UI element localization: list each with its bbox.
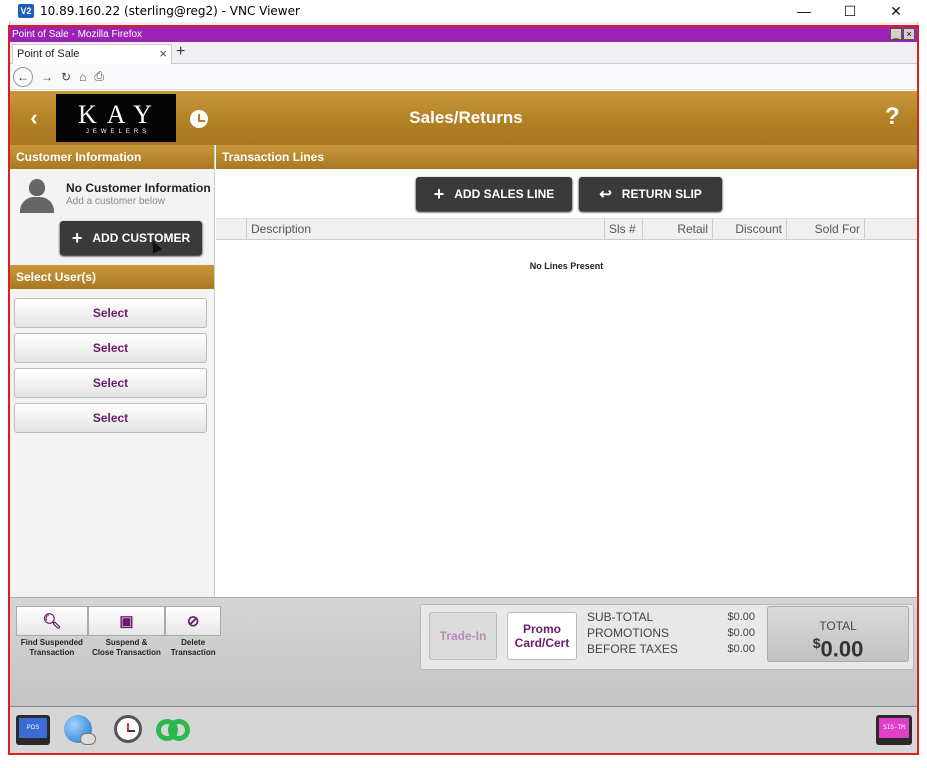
help-button[interactable]: ? [885, 103, 900, 131]
sync-rings-icon[interactable] [154, 715, 194, 743]
select-user-button-1[interactable]: Select [14, 298, 207, 328]
return-slip-label: RETURN SLIP [621, 187, 702, 201]
total-amount: 0.00 [820, 636, 864, 662]
total-value: $0.00 [768, 635, 908, 662]
customer-section-title: Customer Information [10, 145, 214, 169]
add-customer-button[interactable]: + ADD CUSTOMER [60, 221, 202, 255]
back-arrow-icon[interactable]: ← [13, 66, 33, 87]
reload-icon[interactable]: ↻ [61, 70, 71, 84]
vnc-icon: V2 [18, 4, 34, 18]
pos-launcher-label: POS [19, 718, 47, 738]
add-sales-line-button[interactable]: + ADD SALES LINE [416, 177, 572, 211]
tab-title: Point of Sale [17, 48, 80, 60]
select-users-section-title: Select User(s) [10, 265, 214, 289]
delete-label-2: Transaction [170, 648, 216, 657]
return-icon: ↩ [599, 186, 612, 203]
vnc-titlebar: V2 10.89.160.22 (sterling@reg2) - VNC Vi… [0, 0, 927, 22]
globe-mouse-icon[interactable] [62, 715, 98, 747]
plus-icon: + [433, 184, 445, 204]
customer-info: No Customer Information Add a customer b… [10, 169, 214, 265]
col-extra [864, 219, 910, 240]
add-customer-label: ADD CUSTOMER [92, 231, 191, 245]
vnc-window-title: 10.89.160.22 (sterling@reg2) - VNC Viewe… [40, 4, 300, 18]
sis-launcher-label: SIS-TM [879, 718, 909, 738]
sis-tm-launcher-icon[interactable]: SIS-TM [876, 715, 912, 745]
col-retail[interactable]: Retail [642, 219, 712, 240]
before-taxes-value: $0.00 [727, 643, 755, 655]
delete-label-1: Delete [181, 638, 206, 647]
customer-avatar-icon [20, 179, 54, 213]
col-sls-number[interactable]: Sls # [604, 219, 642, 240]
print-icon[interactable]: ⎙ [94, 69, 104, 84]
firefox-window: Point of Sale - Mozilla Firefox _ × Poin… [8, 25, 919, 755]
before-taxes-label: BEFORE TAXES [587, 642, 678, 656]
return-slip-button[interactable]: ↩ RETURN SLIP [579, 177, 722, 211]
suspend-label-1: Suspend & [105, 638, 148, 647]
total-label: TOTAL [819, 619, 857, 633]
customer-name: No Customer Information [66, 181, 211, 195]
logo-main: KAY [78, 99, 162, 129]
clock-icon[interactable] [190, 110, 208, 128]
maximize-button[interactable]: ☐ [827, 0, 873, 22]
pos-app: ‹ KAY JEWELERS Sales/Returns ? Customer … [10, 91, 917, 753]
suspend-label-2: Close Transaction [92, 648, 161, 657]
promo-label-1: Promo [522, 622, 561, 636]
logo-sub: JEWELERS [85, 128, 151, 135]
launcher-bar: POS SIS-TM [10, 706, 917, 753]
customer-hint: Add a customer below [66, 196, 165, 207]
col-discount[interactable]: Discount [712, 219, 786, 240]
find-suspended-button[interactable]: 🔍︎ Find Suspended Transaction [16, 606, 88, 666]
add-sales-line-label: ADD SALES LINE [454, 187, 555, 201]
forward-arrow-icon[interactable]: → [41, 70, 53, 84]
transaction-actions: + ADD SALES LINE ↩ RETURN SLIP [216, 169, 917, 219]
kay-logo: KAY JEWELERS [56, 94, 176, 142]
promotions-label: PROMOTIONS [587, 626, 670, 640]
pos-header: ‹ KAY JEWELERS Sales/Returns ? [10, 91, 917, 145]
close-button[interactable]: ✕ [873, 0, 919, 22]
empty-message: No Lines Present [529, 261, 604, 271]
promo-label-2: Card/Cert [514, 636, 570, 650]
plus-icon: + [71, 228, 83, 248]
delete-icon: ⊘ [165, 606, 222, 636]
clock-launcher-icon[interactable] [114, 715, 142, 743]
pos-launcher-icon[interactable]: POS [16, 715, 50, 745]
suspend-close-button[interactable]: ▣ Suspend & Close Transaction [87, 606, 166, 666]
tab-close-icon[interactable]: × [159, 45, 167, 63]
firefox-minimize-button[interactable]: _ [890, 28, 902, 40]
firefox-titlebar: Point of Sale - Mozilla Firefox _ × [10, 27, 917, 42]
remote-desktop-bottom [0, 753, 927, 768]
promotions-value: $0.00 [727, 627, 755, 639]
select-user-button-4[interactable]: Select [14, 403, 207, 433]
subtotal-label: SUB-TOTAL [587, 610, 654, 624]
page-title: Sales/Returns [409, 108, 523, 127]
pos-footer: 🔍︎ Find Suspended Transaction ▣ Suspend &… [10, 597, 917, 706]
transaction-section-title: Transaction Lines [216, 145, 917, 169]
totals-box: Trade-In Promo Card/Cert SUB-TOTAL $0.00… [420, 604, 914, 670]
subtotal-value: $0.00 [727, 611, 755, 623]
col-description[interactable]: Description [246, 219, 602, 240]
transaction-table-header: Description Sls # Retail Discount Sold F… [216, 219, 917, 240]
tab-point-of-sale[interactable]: Point of Sale × [12, 44, 172, 64]
minimize-button[interactable]: — [781, 0, 827, 22]
header-back-button[interactable]: ‹ [24, 105, 44, 131]
col-sold-for[interactable]: Sold For [786, 219, 864, 240]
firefox-navbar: ← → ↻ ⌂ ⎙ [10, 64, 917, 90]
select-user-button-3[interactable]: Select [14, 368, 207, 398]
save-icon: ▣ [87, 606, 166, 636]
firefox-tabbar: Point of Sale × + [10, 42, 917, 64]
home-icon[interactable]: ⌂ [79, 70, 86, 84]
find-suspended-label-2: Transaction [29, 648, 75, 657]
search-icon: 🔍︎ [16, 606, 88, 636]
select-users-list: Select Select Select Select [10, 289, 214, 433]
select-user-button-2[interactable]: Select [14, 333, 207, 363]
footer-actions: 🔍︎ Find Suspended Transaction ▣ Suspend &… [16, 606, 222, 666]
trade-in-button[interactable]: Trade-In [429, 612, 497, 660]
delete-transaction-button[interactable]: ⊘ Delete Transaction [165, 606, 222, 666]
promo-card-cert-button[interactable]: Promo Card/Cert [507, 612, 577, 660]
new-tab-button[interactable]: + [176, 43, 185, 61]
total-box: TOTAL $0.00 [767, 606, 909, 662]
firefox-window-title: Point of Sale - Mozilla Firefox [12, 29, 143, 40]
find-suspended-label-1: Find Suspended [20, 638, 83, 647]
firefox-close-button[interactable]: × [903, 28, 915, 40]
